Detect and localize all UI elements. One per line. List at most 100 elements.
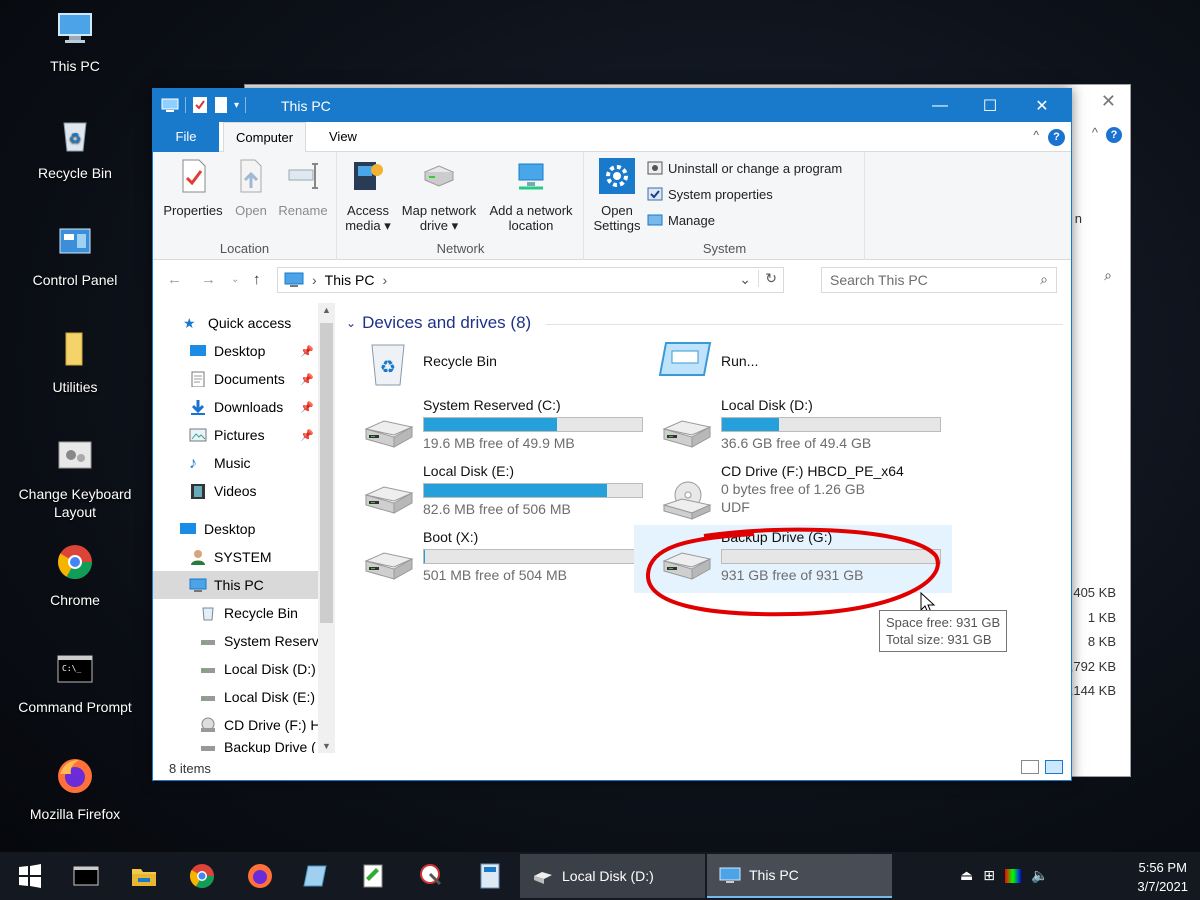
back-button[interactable]: ←: [167, 271, 182, 288]
desktop-icon-recycle-bin[interactable]: ♻ Recycle Bin: [10, 115, 140, 182]
forward-button[interactable]: →: [201, 271, 216, 288]
item-run[interactable]: Run...: [634, 339, 924, 389]
network-icon[interactable]: ⊞: [983, 867, 995, 884]
recent-locations-button[interactable]: ⌄: [231, 274, 239, 285]
address-dropdown-icon[interactable]: ⌄: [739, 271, 751, 288]
close-icon[interactable]: ✕: [1101, 91, 1116, 112]
notes-app-icon[interactable]: [302, 862, 330, 890]
pin-icon[interactable]: 📌: [300, 429, 314, 442]
nav-item-cd-drive[interactable]: CD Drive (F:) H: [153, 711, 318, 739]
system-properties-button[interactable]: System properties: [647, 186, 773, 202]
breadcrumb-this-pc[interactable]: This PC: [325, 272, 375, 288]
minimize-button[interactable]: —: [915, 89, 965, 122]
help-icon[interactable]: ?: [1048, 129, 1065, 146]
tab-view[interactable]: View: [317, 122, 369, 152]
desktop-icon-control-panel[interactable]: Control Panel: [10, 222, 140, 289]
refresh-icon[interactable]: ↻: [758, 270, 777, 287]
properties-icon[interactable]: [192, 96, 208, 114]
details-view-button[interactable]: [1021, 760, 1039, 774]
drive-local-disk-d[interactable]: Local Disk (D:) 36.6 GB free of 49.4 GB: [634, 397, 941, 461]
nav-item-local-disk-d[interactable]: Local Disk (D:): [153, 655, 318, 683]
scroll-up-icon[interactable]: ▲: [318, 305, 335, 315]
nav-item-quick-access[interactable]: ★ Quick access: [153, 309, 318, 337]
explorer-window[interactable]: ▾ This PC — ☐ ✕ File Computer View ^ ? P…: [152, 88, 1072, 781]
address-bar[interactable]: › This PC › ⌄ ↻: [277, 267, 784, 293]
map-network-drive-button[interactable]: Map network drive ▾: [396, 158, 482, 233]
clock[interactable]: 5:56 PM 3/7/2021: [1137, 858, 1188, 896]
help-icon[interactable]: ?: [1106, 127, 1122, 143]
taskbar-task-this-pc[interactable]: This PC: [707, 854, 892, 898]
item-recycle-bin[interactable]: ♻ Recycle Bin: [336, 339, 626, 389]
navigation-pane[interactable]: ★ Quick access Desktop 📌 Documents 📌 Downlo…: [153, 303, 336, 753]
close-button[interactable]: ✕: [1017, 89, 1067, 122]
chrome-icon[interactable]: [188, 862, 216, 890]
scrollbar-thumb[interactable]: [320, 323, 333, 623]
tab-computer[interactable]: Computer: [223, 122, 307, 153]
rename-button[interactable]: Rename: [277, 158, 329, 218]
tools-icon[interactable]: [418, 862, 446, 890]
usb-icon[interactable]: ⏏: [960, 867, 973, 884]
add-network-location-button[interactable]: Add a network location: [484, 158, 578, 233]
nav-item-pictures[interactable]: Pictures 📌: [153, 421, 318, 449]
breadcrumb-chevron-icon[interactable]: ›: [312, 272, 317, 288]
desktop-icon-this-pc[interactable]: This PC: [10, 8, 140, 75]
drive-local-disk-e[interactable]: Local Disk (E:) 82.6 MB free of 506 MB: [336, 463, 643, 527]
terminal-icon[interactable]: [72, 862, 100, 890]
desktop-icon-utilities[interactable]: Utilities: [10, 329, 140, 396]
new-folder-icon[interactable]: [214, 96, 228, 114]
properties-icon: [182, 159, 206, 193]
tab-file[interactable]: File: [153, 122, 219, 152]
collapse-ribbon-icon[interactable]: ^: [1033, 128, 1039, 142]
nav-item-downloads[interactable]: Downloads 📌: [153, 393, 318, 421]
notepad-icon[interactable]: [360, 862, 388, 890]
drive-boot-x[interactable]: Boot (X:) 501 MB free of 504 MB: [336, 529, 643, 593]
nav-item-videos[interactable]: Videos: [153, 477, 318, 505]
nav-item-desktop-root[interactable]: Desktop: [153, 515, 318, 543]
firefox-icon[interactable]: [246, 862, 274, 890]
nav-item-music[interactable]: ♪ Music: [153, 449, 318, 477]
drive-system-reserved-c[interactable]: System Reserved (C:) 19.6 MB free of 49.…: [336, 397, 643, 461]
desktop-icon-firefox[interactable]: Mozilla Firefox: [10, 756, 140, 823]
nav-item-system-user[interactable]: SYSTEM: [153, 543, 318, 571]
breadcrumb-chevron-icon[interactable]: ›: [382, 272, 387, 288]
chevron-down-icon[interactable]: ⌄: [346, 316, 356, 330]
file-explorer-icon[interactable]: [130, 862, 158, 890]
volume-icon[interactable]: 🔈: [1031, 867, 1048, 884]
pin-icon[interactable]: 📌: [300, 373, 314, 386]
scroll-down-icon[interactable]: ▼: [318, 741, 335, 751]
uninstall-program-button[interactable]: Uninstall or change a program: [647, 160, 842, 176]
desktop-icon-command-prompt[interactable]: C:\_ Command Prompt: [10, 649, 140, 716]
nav-item-local-disk-e[interactable]: Local Disk (E:): [153, 683, 318, 711]
open-settings-button[interactable]: Open Settings: [589, 158, 645, 233]
nav-item-recycle-bin[interactable]: Recycle Bin: [153, 599, 318, 627]
collapse-ribbon-icon[interactable]: ^: [1092, 125, 1098, 140]
nav-item-backup-drive[interactable]: Backup Drive (: [153, 739, 318, 753]
calculator-icon[interactable]: [476, 862, 504, 890]
start-windows-icon[interactable]: [16, 862, 44, 890]
drive-cd-f[interactable]: CD Drive (F:) HBCD_PE_x64 0 bytes free o…: [634, 463, 924, 533]
display-color-icon[interactable]: [1004, 869, 1021, 883]
search-input[interactable]: Search This PC ⌕: [821, 267, 1057, 293]
large-icons-view-button[interactable]: [1045, 760, 1063, 774]
nav-item-documents[interactable]: Documents 📌: [153, 365, 318, 393]
customize-toolbar-icon[interactable]: ▾: [234, 100, 239, 111]
nav-item-this-pc[interactable]: This PC: [153, 571, 318, 599]
taskbar-task-local-disk-d[interactable]: Local Disk (D:): [520, 854, 705, 898]
pin-icon[interactable]: 📌: [300, 401, 314, 414]
nav-item-desktop[interactable]: Desktop 📌: [153, 337, 318, 365]
properties-button[interactable]: Properties: [161, 158, 225, 218]
nav-pane-scrollbar[interactable]: ▲ ▼: [318, 303, 335, 753]
nav-item-system-reserved[interactable]: System Reserve: [153, 627, 318, 655]
desktop-icon-chrome[interactable]: Chrome: [10, 542, 140, 609]
maximize-button[interactable]: ☐: [965, 89, 1015, 122]
open-button[interactable]: Open: [229, 158, 273, 218]
manage-button[interactable]: Manage: [647, 212, 715, 228]
title-bar[interactable]: ▾ This PC — ☐ ✕: [153, 89, 1071, 122]
search-icon[interactable]: ⌕: [1104, 267, 1112, 284]
access-media-button[interactable]: Access media ▾: [342, 158, 394, 233]
nav-item-label: Videos: [214, 483, 257, 499]
up-button[interactable]: ↑: [253, 271, 261, 288]
pin-icon[interactable]: 📌: [300, 345, 314, 358]
desktop-icon-change-keyboard[interactable]: Change Keyboard Layout: [10, 436, 140, 521]
section-header[interactable]: ⌄ Devices and drives (8): [346, 313, 531, 333]
